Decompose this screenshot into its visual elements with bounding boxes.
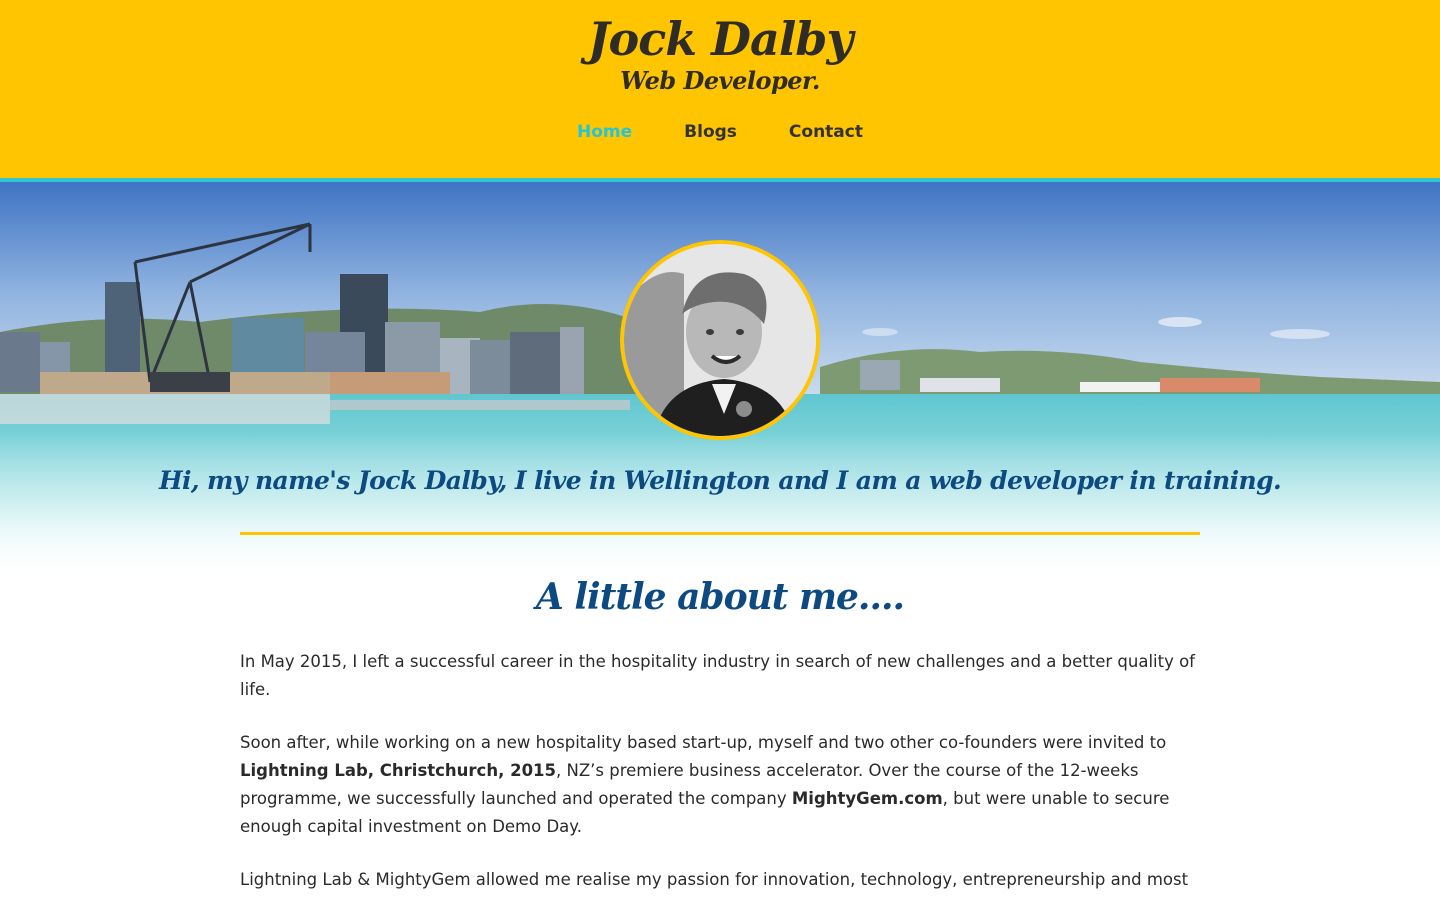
about-heading: A little about me.... — [535, 576, 905, 618]
nav-blogs-link[interactable]: Blogs — [684, 122, 737, 142]
profile-avatar — [620, 240, 820, 440]
nav-contact-link[interactable]: Contact — [789, 122, 863, 142]
hero-tagline: Hi, my name's Jock Dalby, I live in Well… — [158, 466, 1282, 495]
site-header: Jock Dalby Web Developer. Home Blogs Con… — [0, 0, 1440, 182]
about-paragraph-3: Lightning Lab & MightyGem allowed me rea… — [240, 870, 1189, 889]
about-paragraph-1: In May 2015, I left a successful career … — [240, 652, 1195, 699]
main-nav: Home Blogs Contact — [0, 122, 1440, 142]
site-logo-name[interactable]: Jock Dalby — [0, 12, 1440, 66]
about-content: In May 2015, I left a successful career … — [240, 648, 1200, 919]
lightning-lab-highlight: Lightning Lab, Christchurch, 2015 — [240, 761, 557, 780]
nav-home-link[interactable]: Home — [577, 122, 632, 142]
about-p2-text-a: Soon after, while working on a new hospi… — [240, 733, 1167, 752]
site-logo-role: Web Developer. — [620, 66, 820, 95]
mightygem-highlight: MightyGem.com — [791, 789, 943, 808]
section-divider — [240, 532, 1200, 535]
about-paragraph-2: Soon after, while working on a new hospi… — [240, 729, 1200, 841]
profile-photo-icon — [624, 244, 816, 436]
